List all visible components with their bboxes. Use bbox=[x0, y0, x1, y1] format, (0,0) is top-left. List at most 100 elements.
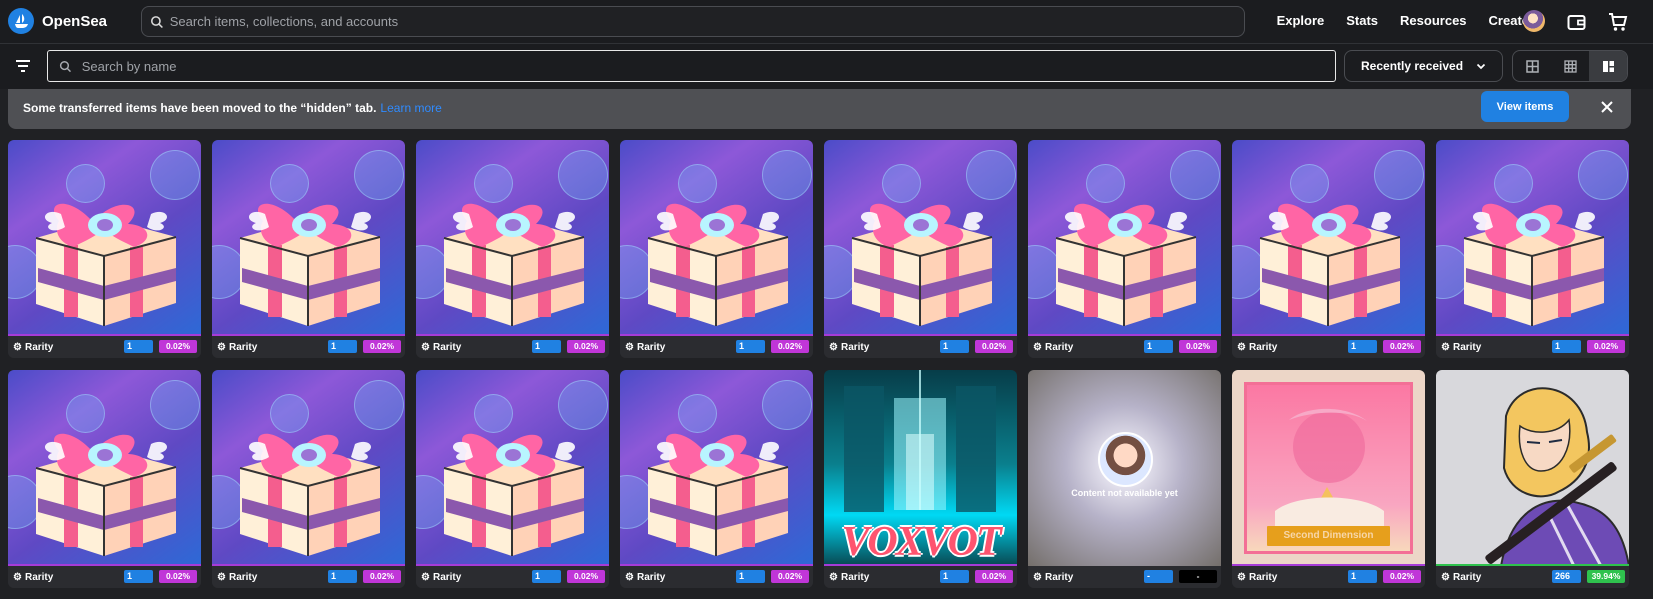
rarity-label: Rarity bbox=[228, 571, 258, 583]
rarity-percent-badge: 0.02% bbox=[1383, 340, 1421, 353]
rarity-rank-badge: 1 bbox=[1552, 340, 1581, 353]
close-icon[interactable] bbox=[1599, 99, 1615, 115]
rarity-icon: ⚙ bbox=[1033, 341, 1042, 353]
rarity-percent-badge: 0.02% bbox=[771, 340, 809, 353]
gift-box-image bbox=[212, 140, 405, 336]
rarity-percent-badge: 0.02% bbox=[975, 340, 1013, 353]
nft-card[interactable]: ⚙ Rarity 1 0.02% bbox=[416, 140, 609, 358]
small-grid-button[interactable] bbox=[1551, 51, 1589, 81]
second-dimension-title: Second Dimension bbox=[1267, 526, 1390, 546]
filter-icon[interactable] bbox=[13, 56, 33, 76]
rarity-icon: ⚙ bbox=[1237, 571, 1246, 583]
nft-card[interactable]: ⚙ Rarity 1 0.02% bbox=[1436, 140, 1629, 358]
sort-selected-value: Recently received bbox=[1361, 59, 1464, 73]
samurai-character-image bbox=[1436, 370, 1629, 566]
rarity-rank-badge: 1 bbox=[940, 340, 969, 353]
profile-avatar[interactable] bbox=[1523, 10, 1545, 32]
rarity-footer: ⚙ Rarity - - bbox=[1028, 566, 1221, 588]
cart-icon[interactable] bbox=[1606, 10, 1630, 34]
rarity-rank-badge: - bbox=[1144, 570, 1173, 583]
gift-box-image bbox=[416, 140, 609, 336]
rarity-icon: ⚙ bbox=[1441, 571, 1450, 583]
rarity-percent-badge: 0.02% bbox=[1383, 570, 1421, 583]
sort-dropdown[interactable]: Recently received bbox=[1344, 50, 1503, 82]
rarity-rank-badge: 1 bbox=[124, 570, 153, 583]
nft-card[interactable]: ⚙ Rarity 1 0.02% bbox=[824, 140, 1017, 358]
gift-box-image bbox=[416, 370, 609, 566]
rarity-footer: ⚙ Rarity 1 0.02% bbox=[824, 336, 1017, 358]
global-search-input[interactable] bbox=[169, 14, 1244, 29]
rarity-label: Rarity bbox=[1248, 341, 1278, 353]
rarity-footer: ⚙ Rarity 1 0.02% bbox=[416, 566, 609, 588]
rarity-footer: ⚙ Rarity 1 0.02% bbox=[1028, 336, 1221, 358]
content-unavailable-image: Content not available yet bbox=[1028, 370, 1221, 566]
large-grid-button[interactable] bbox=[1513, 51, 1551, 81]
opensea-wordmark: OpenSea bbox=[42, 12, 108, 30]
gift-box-image bbox=[8, 140, 201, 336]
nft-card[interactable]: Content not available yet ⚙ Rarity - - bbox=[1028, 370, 1221, 588]
rarity-rank-badge: 1 bbox=[328, 340, 357, 353]
rarity-percent-badge: 0.02% bbox=[363, 340, 401, 353]
rarity-rank-badge: 1 bbox=[532, 570, 561, 583]
rarity-label: Rarity bbox=[432, 341, 462, 353]
nft-card[interactable]: ⚙ Rarity 1 0.02% bbox=[620, 370, 813, 588]
rarity-rank-badge: 1 bbox=[1348, 570, 1377, 583]
rarity-percent-badge: 0.02% bbox=[363, 570, 401, 583]
search-by-name-input[interactable] bbox=[81, 58, 1335, 74]
rarity-footer: ⚙ Rarity 1 0.02% bbox=[1232, 336, 1425, 358]
view-items-button[interactable]: View items bbox=[1481, 91, 1569, 122]
opensea-home-link[interactable]: OpenSea bbox=[8, 8, 107, 34]
nav-stats[interactable]: Stats bbox=[1346, 13, 1378, 28]
nav-resources[interactable]: Resources bbox=[1400, 13, 1466, 28]
gift-box-image bbox=[1436, 140, 1629, 336]
nft-card[interactable]: VOXVOT ⚙ Rarity 1 0.02% bbox=[824, 370, 1017, 588]
search-by-name-field[interactable] bbox=[47, 50, 1336, 82]
compact-grid-button[interactable] bbox=[1589, 51, 1627, 81]
nft-card[interactable]: ⚙ Rarity 266 39.94% bbox=[1436, 370, 1629, 588]
character-avatar bbox=[1098, 432, 1153, 487]
nft-card[interactable]: ⚙ Rarity 1 0.02% bbox=[1232, 140, 1425, 358]
rarity-rank-badge: 266 bbox=[1552, 570, 1581, 583]
rarity-icon: ⚙ bbox=[1237, 341, 1246, 353]
banner-message: Some transferred items have been moved t… bbox=[23, 101, 442, 115]
rarity-label: Rarity bbox=[1452, 341, 1482, 353]
rarity-percent-badge: 0.02% bbox=[1179, 340, 1217, 353]
nft-card[interactable]: Second Dimension ⚙ Rarity 1 0.02% bbox=[1232, 370, 1425, 588]
rarity-footer: ⚙ Rarity 1 0.02% bbox=[8, 566, 201, 588]
gift-box-image bbox=[212, 370, 405, 566]
rarity-rank-badge: 1 bbox=[736, 570, 765, 583]
rarity-footer: ⚙ Rarity 1 0.02% bbox=[1232, 566, 1425, 588]
nft-card[interactable]: ⚙ Rarity 1 0.02% bbox=[8, 370, 201, 588]
rarity-footer: ⚙ Rarity 1 0.02% bbox=[1436, 336, 1629, 358]
grid-view-switcher bbox=[1512, 50, 1628, 82]
nft-card[interactable]: ⚙ Rarity 1 0.02% bbox=[1028, 140, 1221, 358]
rarity-label: Rarity bbox=[636, 341, 666, 353]
nft-card[interactable]: ⚙ Rarity 1 0.02% bbox=[8, 140, 201, 358]
second-dimension-image: Second Dimension bbox=[1232, 370, 1425, 566]
rarity-percent-badge: 0.02% bbox=[567, 570, 605, 583]
nft-card[interactable]: ⚙ Rarity 1 0.02% bbox=[416, 370, 609, 588]
nft-card[interactable]: ⚙ Rarity 1 0.02% bbox=[620, 140, 813, 358]
rarity-rank-badge: 1 bbox=[124, 340, 153, 353]
rarity-percent-badge: 0.02% bbox=[567, 340, 605, 353]
rarity-percent-badge: 0.02% bbox=[159, 570, 197, 583]
learn-more-link[interactable]: Learn more bbox=[380, 101, 441, 115]
rarity-icon: ⚙ bbox=[625, 571, 634, 583]
global-search-field[interactable] bbox=[141, 6, 1245, 37]
rarity-label: Rarity bbox=[1452, 571, 1482, 583]
large-grid-icon bbox=[1525, 59, 1539, 73]
rarity-icon: ⚙ bbox=[217, 341, 226, 353]
nav-explore[interactable]: Explore bbox=[1277, 13, 1325, 28]
compact-grid-icon bbox=[1602, 60, 1614, 72]
rarity-icon: ⚙ bbox=[625, 341, 634, 353]
rarity-icon: ⚙ bbox=[421, 571, 430, 583]
rarity-label: Rarity bbox=[1248, 571, 1278, 583]
nft-card[interactable]: ⚙ Rarity 1 0.02% bbox=[212, 370, 405, 588]
rarity-label: Rarity bbox=[1044, 341, 1074, 353]
wallet-icon[interactable] bbox=[1564, 10, 1588, 34]
rarity-rank-badge: 1 bbox=[532, 340, 561, 353]
nft-card[interactable]: ⚙ Rarity 1 0.02% bbox=[212, 140, 405, 358]
rarity-label: Rarity bbox=[840, 571, 870, 583]
search-icon bbox=[59, 60, 72, 72]
rarity-percent-badge: - bbox=[1179, 570, 1217, 583]
